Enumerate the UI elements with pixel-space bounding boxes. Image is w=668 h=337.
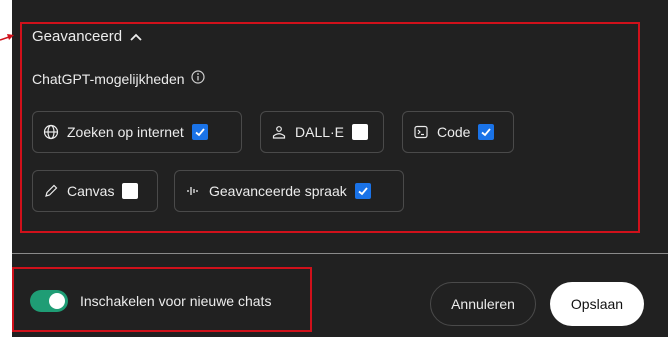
capability-label: Code xyxy=(437,124,471,140)
section-divider xyxy=(12,253,668,254)
capability-label: Geavanceerde spraak xyxy=(209,183,347,199)
pointer-arrow-icon xyxy=(0,34,14,41)
capabilities-heading: ChatGPT-mogelijkheden xyxy=(32,70,205,87)
cancel-button[interactable]: Annuleren xyxy=(430,282,536,326)
new-chats-toggle-label: Inschakelen voor nieuwe chats xyxy=(80,293,272,309)
capability-checkbox[interactable] xyxy=(191,124,208,140)
capability-canvas[interactable]: Canvas xyxy=(32,170,158,212)
capability-checkbox[interactable] xyxy=(122,183,139,199)
voice-wave-icon xyxy=(185,183,201,199)
new-chats-toggle[interactable] xyxy=(30,290,68,312)
save-button[interactable]: Opslaan xyxy=(550,282,644,326)
capability-code[interactable]: Code xyxy=(402,111,514,153)
capability-dalle[interactable]: DALL·E xyxy=(260,111,384,153)
capability-checkbox[interactable] xyxy=(354,183,371,199)
capability-checkbox[interactable] xyxy=(352,124,369,140)
globe-icon xyxy=(43,124,59,140)
capability-label: Canvas xyxy=(67,183,115,199)
pencil-icon xyxy=(43,183,59,199)
info-icon[interactable] xyxy=(190,70,205,87)
new-chats-toggle-row: Inschakelen voor nieuwe chats xyxy=(30,290,271,312)
advanced-title: Geavanceerd xyxy=(32,28,123,45)
capabilities-label: ChatGPT-mogelijkheden xyxy=(32,70,185,87)
advanced-toggle[interactable]: Geavanceerd xyxy=(32,28,142,45)
image-icon xyxy=(271,124,287,140)
capability-web-search[interactable]: Zoeken op internet xyxy=(32,111,242,153)
capability-label: Zoeken op internet xyxy=(67,124,184,140)
capability-label: DALL·E xyxy=(295,124,345,140)
capability-advanced-voice[interactable]: Geavanceerde spraak xyxy=(174,170,404,212)
terminal-icon xyxy=(413,124,429,140)
chevron-up-icon xyxy=(130,33,142,41)
capability-checkbox[interactable] xyxy=(478,124,495,140)
